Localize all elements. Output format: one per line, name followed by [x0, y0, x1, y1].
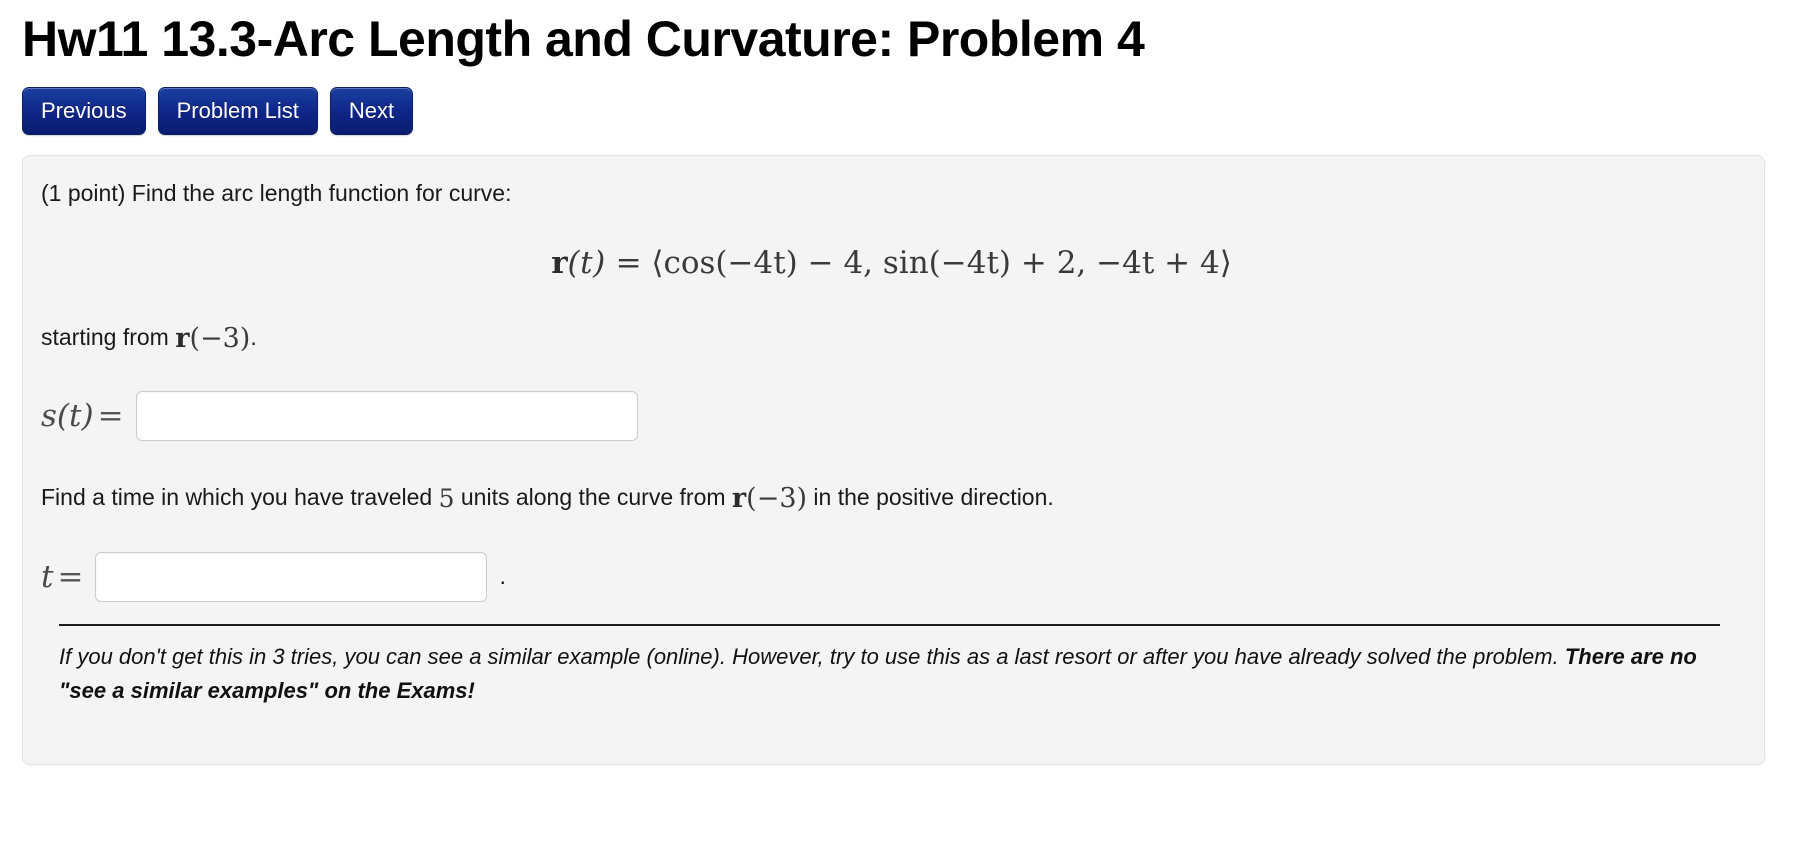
navigation-bar: Previous Problem List Next	[0, 69, 1810, 135]
starting-from-prefix: starting from	[41, 324, 176, 351]
section-divider	[59, 623, 1720, 626]
vector-function-rhs: ⟨cos(−4t) − 4, sin(−4t) + 2, −4t + 4⟩	[651, 245, 1232, 282]
t-label: t =	[41, 558, 84, 595]
starting-from-line: starting from r(−3).	[41, 321, 1742, 357]
page-title: Hw11 13.3-Arc Length and Curvature: Prob…	[22, 11, 1145, 67]
time-question-line: Find a time in which you have traveled 5…	[41, 481, 1742, 517]
problem-list-button[interactable]: Problem List	[157, 87, 318, 135]
arc-length-answer-input[interactable]	[135, 391, 638, 442]
vector-function-equals: =	[615, 245, 642, 282]
similar-example-note-text: If you don't get this in 3 tries, you ca…	[59, 643, 1565, 669]
starting-from-symbol: r	[175, 323, 190, 355]
problem-page: Hw11 13.3-Arc Length and Curvature: Prob…	[0, 0, 1810, 868]
similar-example-note: If you don't get this in 3 tries, you ca…	[59, 640, 1742, 708]
previous-button[interactable]: Previous	[22, 87, 146, 135]
s-of-t-label: s(t) =	[41, 398, 124, 435]
time-question-symbol: r	[731, 483, 747, 515]
starting-from-argument: (−3)	[189, 323, 251, 355]
time-question-part2: units along the curve from	[454, 484, 732, 511]
next-button[interactable]: Next	[329, 87, 414, 135]
problem-panel: (1 point) Find the arc length function f…	[22, 155, 1765, 765]
arc-length-answer-row: s(t) =	[41, 391, 1742, 442]
starting-from-suffix: .	[250, 324, 257, 351]
time-answer-row: t = .	[41, 551, 1742, 602]
vector-function-lhs-arg: (t)	[567, 245, 606, 282]
time-question-part3: in the positive direction.	[807, 484, 1054, 511]
time-question-part1: Find a time in which you have traveled	[41, 484, 439, 511]
time-answer-period: .	[499, 563, 506, 590]
time-answer-input[interactable]	[95, 551, 488, 602]
vector-function-lhs-symbol: r	[551, 245, 568, 282]
points-prompt: (1 point) Find the arc length function f…	[41, 180, 512, 206]
vector-function-equation: r(t) = ⟨cos(−4t) − 4, sin(−4t) + 2, −4t …	[41, 245, 1742, 281]
time-question-argument: (−3)	[746, 483, 808, 515]
time-question-amount: 5	[438, 484, 455, 514]
